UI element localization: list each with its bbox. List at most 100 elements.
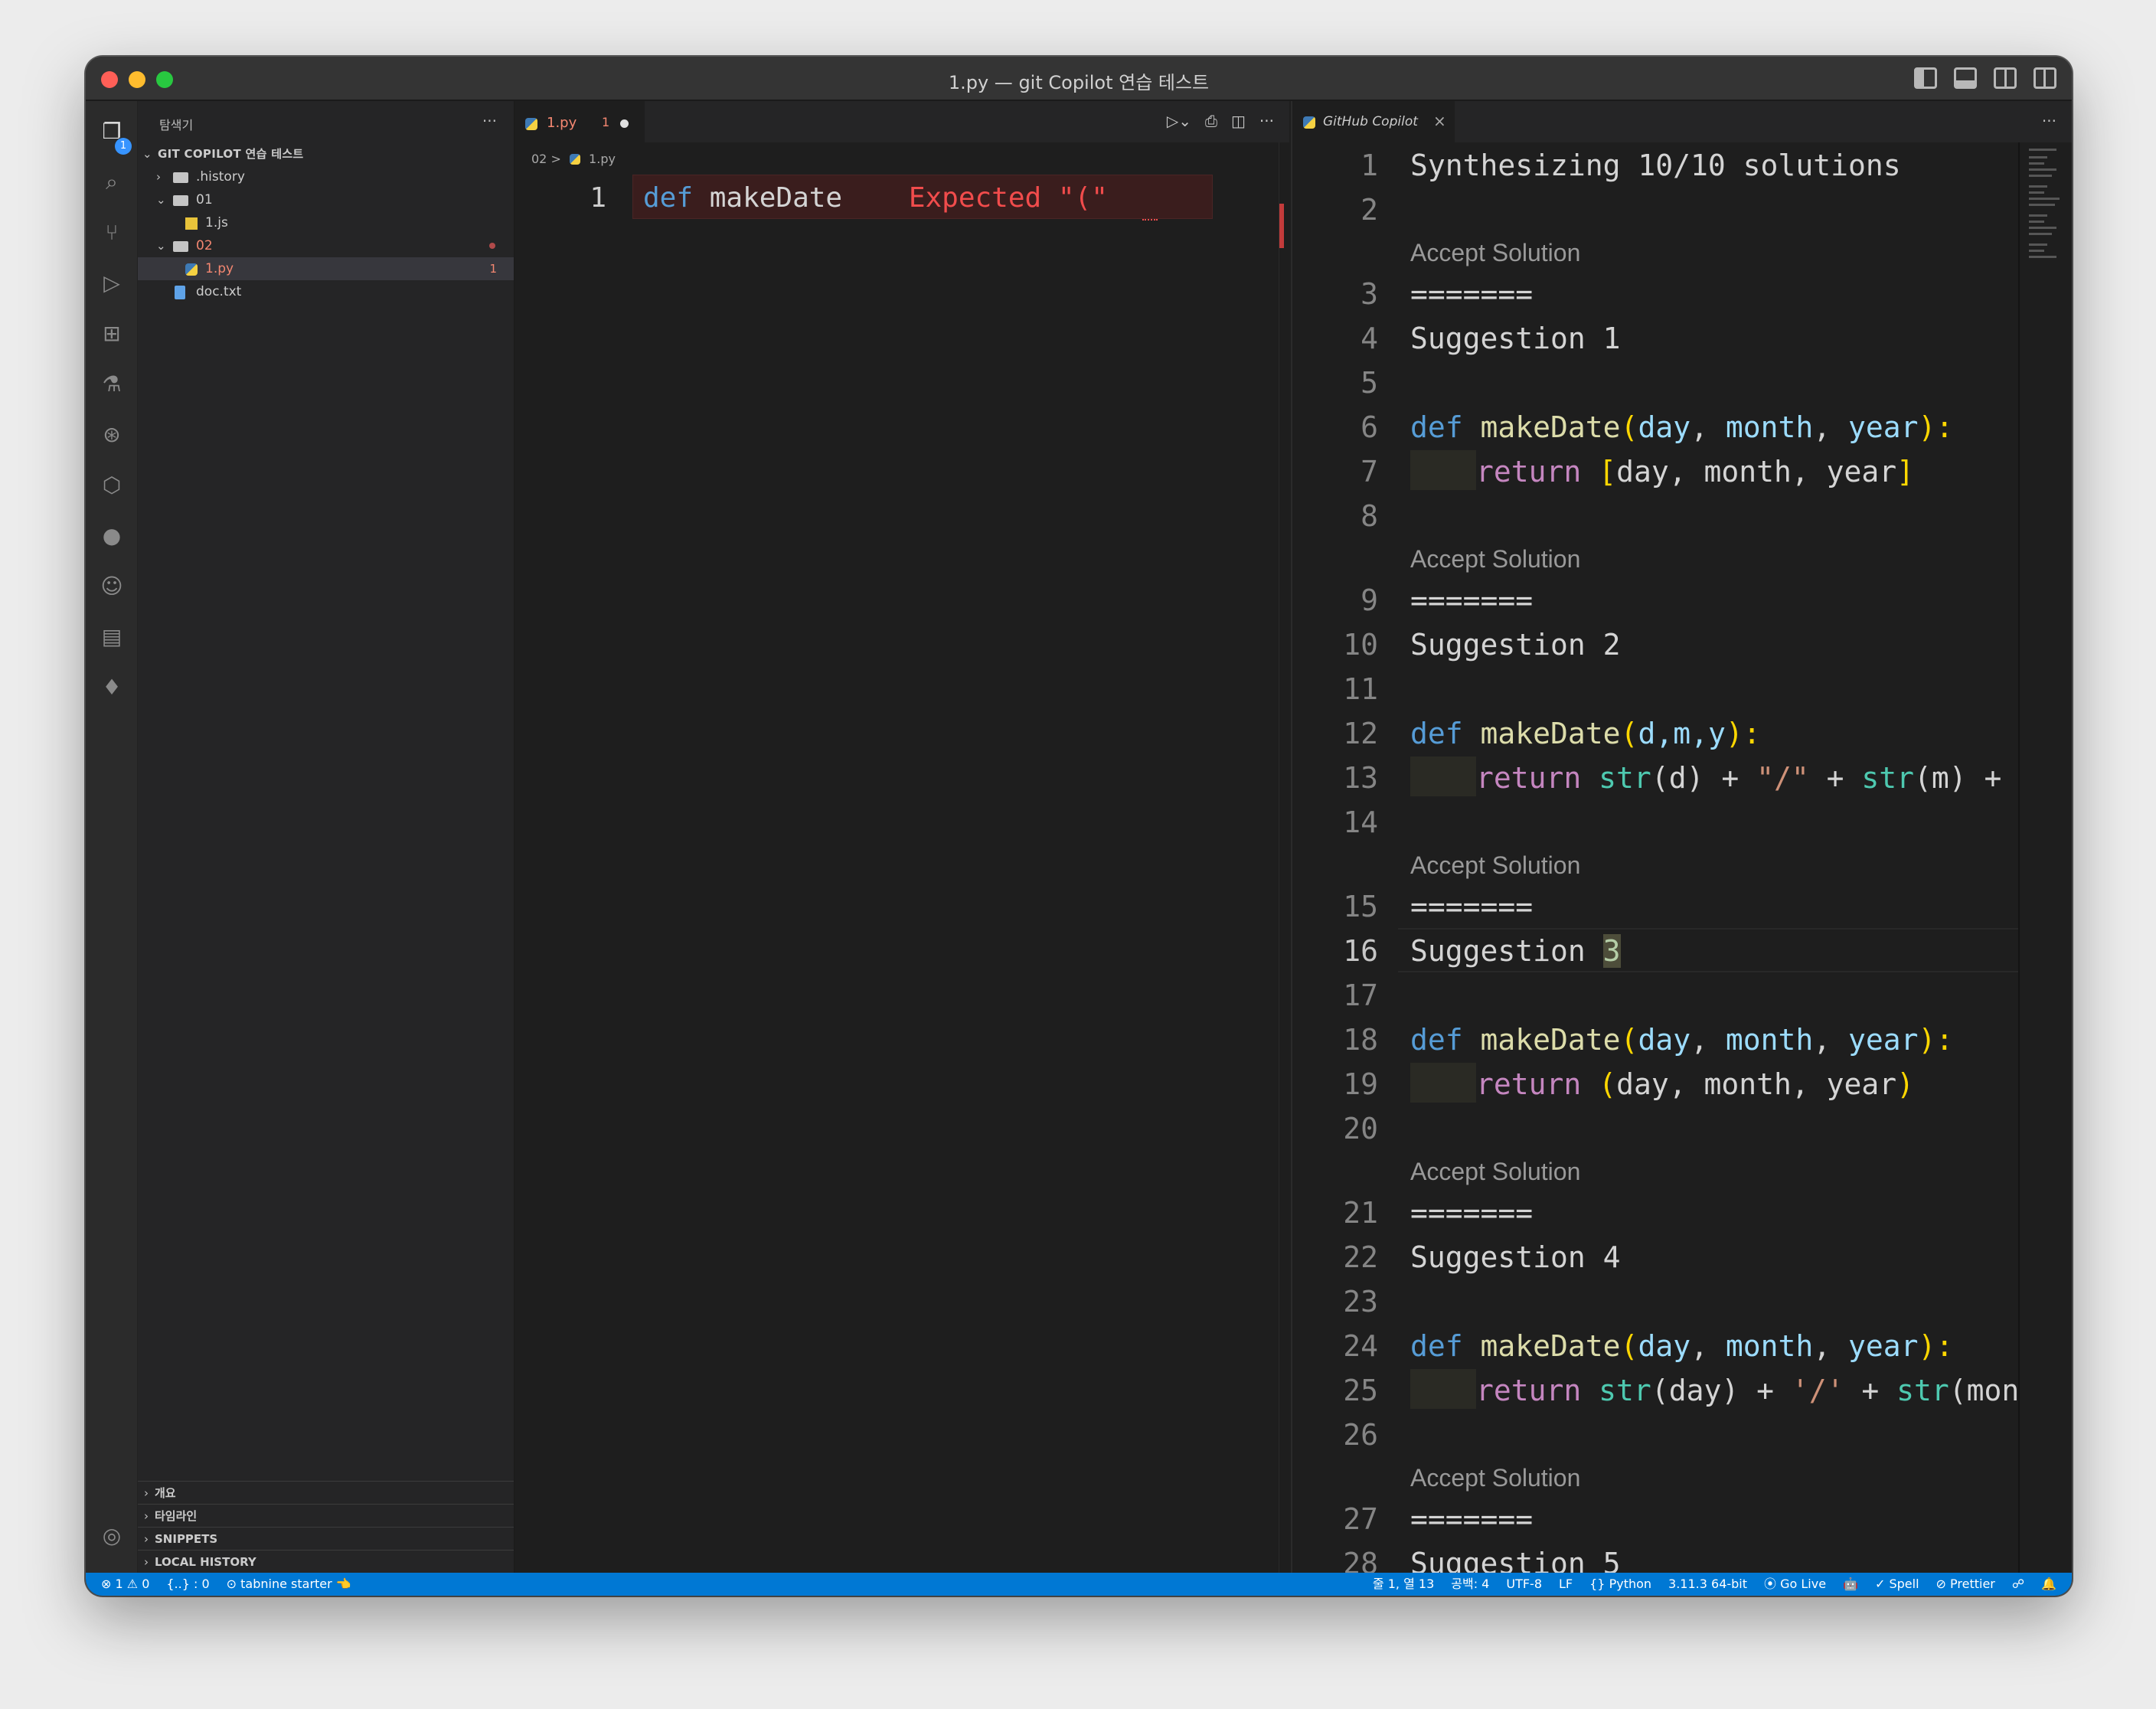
more-actions-icon[interactable]: ··· [1259, 112, 1274, 130]
eol-status[interactable]: LF [1559, 1573, 1573, 1596]
code-line: 11 [1343, 672, 1378, 706]
code-line: 20 [1343, 1112, 1378, 1145]
editor-actions: ▷⌄ ⎙ ◫ ··· [1167, 112, 1274, 130]
sidebar-title: 탐색기 [159, 118, 194, 132]
code-line: 24 def makeDate(day, month, year): [1343, 1329, 1954, 1363]
overview-ruler[interactable] [1279, 142, 1289, 1573]
unsaved-dot-icon[interactable] [620, 119, 629, 128]
python-file-icon [569, 154, 580, 165]
indent-guide [1410, 1062, 1476, 1103]
code-line: 13return str(d) + "/" + str(m) + ", [1292, 755, 2018, 799]
tab-github-copilot[interactable]: GitHub Copilot × [1292, 101, 1455, 142]
extensions-icon[interactable]: ⊞ [98, 320, 126, 348]
close-tab-icon[interactable]: × [1433, 112, 1446, 130]
accept-solution-link[interactable]: Accept Solution [1410, 1464, 1580, 1495]
python-file-icon [1303, 116, 1315, 129]
braces-status[interactable]: {..} : 0 [166, 1573, 209, 1596]
copilot-icon[interactable]: ☺ [98, 573, 126, 600]
run-debug-icon[interactable]: ▷ [98, 270, 126, 297]
code-line: 18 def makeDate(day, month, year): [1343, 1023, 1954, 1057]
problem-dot [489, 243, 495, 249]
cursor-position-status[interactable]: 줄 1, 열 13 [1373, 1573, 1434, 1596]
account-icon[interactable]: ◎ [98, 1522, 126, 1550]
inline-error: Expected "(" [908, 182, 1108, 214]
code-line: 3 ======= [1361, 277, 1534, 311]
tree-item-1-js[interactable]: 1.js [138, 211, 514, 234]
indentation-status[interactable]: 공백: 4 [1451, 1573, 1489, 1596]
section-outline[interactable]: › 개요 [138, 1481, 514, 1504]
status-bar: ⊗ 1 ⚠ 0 {..} : 0 ⊙ tabnine starter 👈 줄 1… [86, 1573, 2072, 1596]
section-snippets[interactable]: › SNIPPETS [138, 1527, 514, 1550]
accept-solution-link[interactable]: Accept Solution [1410, 851, 1580, 882]
git-graph-icon[interactable]: ⊛ [98, 421, 126, 449]
code-line: 6 def makeDate(day, month, year): [1361, 410, 1954, 444]
encoding-status[interactable]: UTF-8 [1506, 1573, 1542, 1596]
code-line: 15 ======= [1343, 890, 1534, 923]
accept-solution-link[interactable]: Accept Solution [1410, 239, 1580, 270]
tree-item-01[interactable]: ⌄ 01 [138, 188, 514, 211]
chevron-down-icon: ⌄ [156, 193, 166, 207]
breadcrumb[interactable]: 02 > 1.py [531, 152, 616, 166]
code-line: 23 [1343, 1285, 1378, 1319]
code-line: 17 [1343, 979, 1378, 1012]
testing-icon[interactable]: ⚗ [98, 371, 126, 398]
code-line[interactable]: 1 def makeDate Expected "(" [514, 175, 1289, 219]
code-line: 4 Suggestion 1 [1361, 322, 1621, 355]
api-icon[interactable]: ▤ [98, 623, 126, 651]
interpreter-status[interactable]: 3.11.3 64-bit [1668, 1573, 1747, 1596]
code-line: 10 Suggestion 2 [1343, 628, 1621, 662]
tree-item-1-py[interactable]: 1.py 1 [138, 257, 514, 280]
sidebar-more-actions[interactable]: ··· [482, 112, 497, 130]
line-number: 1 [590, 182, 606, 214]
customize-layout-icon[interactable] [2034, 67, 2056, 89]
tree-item-02[interactable]: ⌄ 02 [138, 234, 514, 257]
toggle-primary-sidebar-icon[interactable] [1914, 67, 1937, 89]
code-text[interactable]: def makeDate Expected "(" [643, 182, 1108, 214]
tab-1-py[interactable]: 1.py 1 [514, 101, 645, 142]
source-control-icon[interactable]: ⑂ [98, 219, 126, 247]
tree-item-history[interactable]: › .history [138, 165, 514, 188]
code-line: 14 [1343, 805, 1378, 839]
toggle-secondary-sidebar-icon[interactable] [1994, 67, 2017, 89]
sidebar-sections: › 개요 › 타임라인 › SNIPPETS › LOCAL HISTORY [138, 1481, 514, 1573]
section-local-history[interactable]: › LOCAL HISTORY [138, 1550, 514, 1573]
search-icon[interactable]: ⌕ [98, 168, 126, 196]
window-title: 1.py — git Copilot 연습 테스트 [948, 72, 1210, 93]
code-line: 2 [1361, 193, 1378, 227]
feedback-icon[interactable]: ☍ [2012, 1573, 2024, 1596]
spell-status[interactable]: ✓ Spell [1875, 1573, 1919, 1596]
more-actions-icon[interactable]: ··· [2042, 112, 2056, 130]
explorer-badge: 1 [115, 138, 132, 155]
chevron-right-icon: › [144, 1555, 149, 1569]
remote-explorer-icon[interactable]: ⬡ [98, 472, 126, 499]
python-file-icon [525, 118, 537, 130]
split-editor-icon[interactable]: ◫ [1231, 112, 1246, 130]
problem-count: 1 [489, 262, 497, 276]
chevron-right-icon: › [144, 1532, 149, 1546]
accept-solution-link[interactable]: Accept Solution [1410, 545, 1580, 576]
code-line: 8 [1361, 499, 1378, 533]
go-live-button[interactable]: ⦿ Go Live [1764, 1573, 1826, 1596]
copilot-status-icon[interactable]: 🤖 [1843, 1573, 1858, 1596]
toggle-panel-icon[interactable] [1954, 67, 1977, 89]
prettier-status[interactable]: ⊘ Prettier [1936, 1573, 1995, 1596]
problems-status[interactable]: ⊗ 1 ⚠ 0 [101, 1573, 149, 1596]
code-line: 9 ======= [1361, 583, 1534, 617]
print-icon[interactable]: ⎙ [1205, 112, 1217, 130]
accept-solution-link[interactable]: Accept Solution [1410, 1158, 1580, 1188]
mongodb-icon[interactable]: ♦ [98, 674, 126, 701]
section-timeline[interactable]: › 타임라인 [138, 1504, 514, 1527]
jupyter-icon[interactable]: ● [98, 522, 126, 550]
language-mode-status[interactable]: {} Python [1589, 1573, 1651, 1596]
minimap[interactable] [2018, 142, 2064, 1573]
workspace-root[interactable]: ⌄ GIT COPILOT 연습 테스트 [138, 142, 514, 165]
copilot-solutions-view[interactable]: 1 Synthesizing 10/10 solutions 2 Accept S… [1292, 142, 2018, 1573]
tabnine-status[interactable]: ⊙ tabnine starter 👈 [227, 1573, 351, 1596]
run-icon[interactable]: ▷⌄ [1167, 112, 1191, 130]
python-file-icon [185, 263, 198, 276]
code-line: 19 return (day, month, year) [1292, 1061, 2018, 1106]
tree-item-doc-txt[interactable]: doc.txt [138, 280, 514, 303]
folder-icon [173, 172, 188, 183]
notifications-bell-icon[interactable]: 🔔 [2041, 1573, 2056, 1596]
indent-guide [1410, 1368, 1476, 1409]
